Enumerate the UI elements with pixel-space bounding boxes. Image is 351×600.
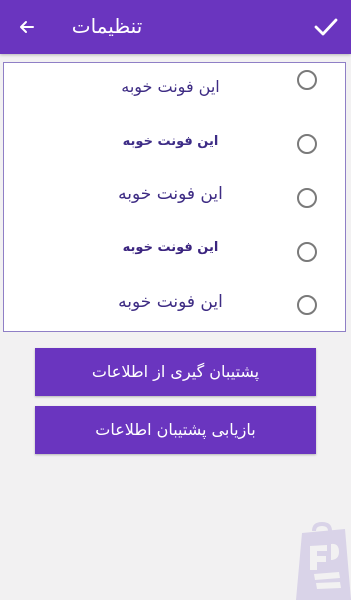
toolbar: تنظیمات <box>0 0 351 54</box>
arrow-left-icon[interactable] <box>17 17 37 37</box>
font-option[interactable]: این فونت خوبه <box>0 62 341 112</box>
check-icon[interactable] <box>313 15 339 39</box>
font-option-label: این فونت خوبه <box>122 134 219 149</box>
shopping-bag-logo-icon <box>296 521 351 600</box>
page-title: تنظیمات <box>71 14 143 38</box>
font-option[interactable]: این فونت خوبه <box>0 169 341 219</box>
font-option-label: این فونت خوبه <box>122 240 219 255</box>
font-option-label: این فونت خوبه <box>118 184 223 204</box>
font-option[interactable]: این فونت خوبه <box>0 116 341 166</box>
backup-button[interactable]: پشتیبان گیری از اطلاعات <box>35 348 316 396</box>
settings-screen: تنظیمات این فونت خوبه این فونت خوبه این … <box>0 0 351 600</box>
font-option-label: این فونت خوبه <box>118 292 223 312</box>
font-option[interactable]: این فونت خوبه <box>0 222 341 272</box>
font-option[interactable]: این فونت خوبه <box>0 275 341 325</box>
font-option-label: این فونت خوبه <box>121 77 220 96</box>
restore-backup-button[interactable]: بازیابی پشتیبان اطلاعات <box>35 406 316 454</box>
